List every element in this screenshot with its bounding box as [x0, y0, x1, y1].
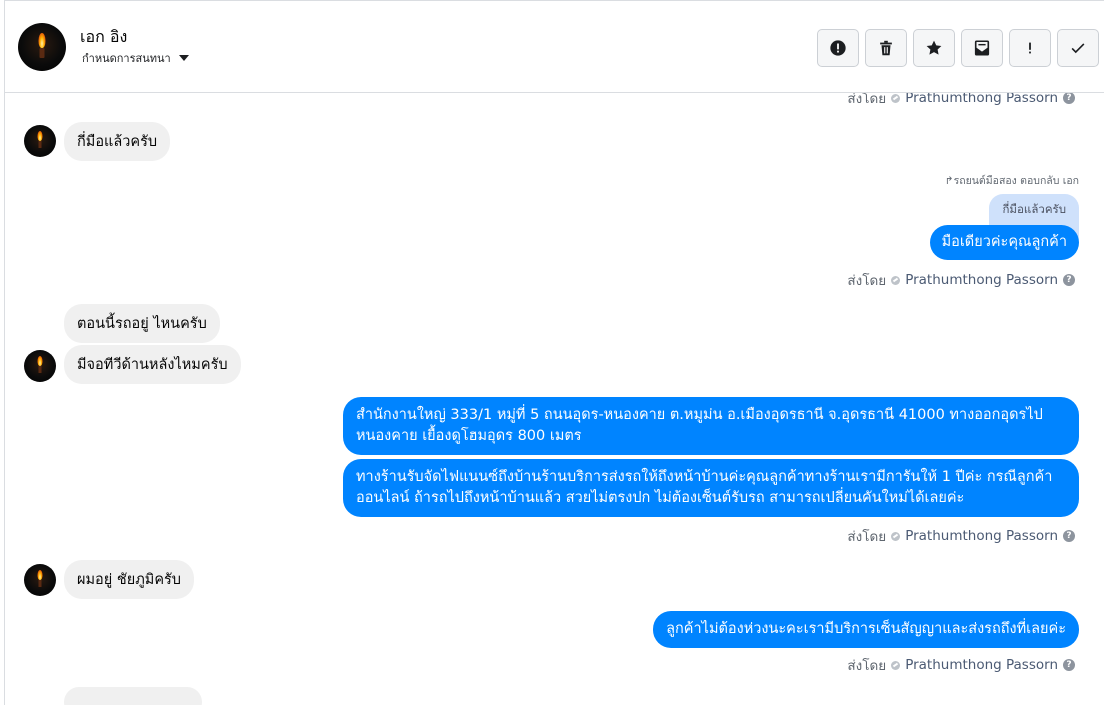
exclamation-icon: [1029, 42, 1031, 54]
star-button[interactable]: [913, 29, 955, 67]
incoming-message[interactable]: ตอนนี้รถอยู่ ไหนครับ: [64, 304, 220, 343]
mark-done-button[interactable]: [1057, 29, 1099, 67]
candle-flame-image: [38, 33, 46, 48]
help-icon[interactable]: ?: [1063, 530, 1075, 542]
conversation-panel: เอก อิง กำหนดการสนทนา ส่งโดย Prathumthon…: [4, 0, 1104, 705]
star-icon: [926, 40, 942, 55]
incoming-message[interactable]: ผมอยู่ ชัยภูมิครับ: [64, 560, 195, 599]
mark-unread-button[interactable]: [961, 29, 1003, 67]
trash-icon: [880, 40, 892, 56]
sent-by-row: ส่งโดย Prathumthong Passorn ?: [847, 654, 1075, 676]
message-thread: ส่งโดย Prathumthong Passorn ? กี่มือแล้ว…: [5, 90, 1104, 705]
verified-icon: [891, 93, 901, 103]
sent-by-label: ส่งโดย: [847, 273, 887, 289]
conversation-header: เอก อิง กำหนดการสนทนา: [5, 1, 1104, 93]
follow-up-button[interactable]: [1009, 29, 1051, 67]
verified-icon: [891, 275, 901, 285]
sent-by-row: ส่งโดย Prathumthong Passorn ?: [847, 269, 1075, 291]
contact-avatar[interactable]: [18, 23, 66, 71]
caret-down-icon: [178, 55, 189, 61]
outgoing-message[interactable]: ลูกค้าไม่ต้องห่วงนะคะเรามีบริการเซ็นสัญญ…: [653, 611, 1079, 648]
delete-button[interactable]: [865, 29, 907, 67]
sender-avatar[interactable]: [24, 564, 56, 596]
sender-avatar[interactable]: [24, 350, 56, 382]
envelope-icon: [974, 40, 990, 56]
sent-by-author[interactable]: Prathumthong Passorn: [905, 272, 1058, 288]
sent-by-label: ส่งโดย: [847, 529, 887, 545]
sent-by-row: ส่งโดย Prathumthong Passorn ?: [847, 525, 1075, 547]
verified-icon: [891, 531, 901, 541]
check-icon: [1071, 43, 1085, 54]
help-icon[interactable]: ?: [1063, 274, 1075, 286]
incoming-message[interactable]: มีจอทีวีด้านหลังไหมครับ: [64, 345, 241, 384]
sender-avatar[interactable]: [24, 125, 56, 157]
contact-name[interactable]: เอก อิง: [80, 25, 127, 50]
sent-by-author[interactable]: Prathumthong Passorn: [905, 528, 1058, 544]
reply-note: ↱รถยนต์มือสอง ตอบกลับ เอก: [944, 175, 1079, 187]
header-toolbar: [817, 29, 1099, 67]
report-spam-button[interactable]: [817, 29, 859, 67]
help-icon[interactable]: ?: [1063, 92, 1075, 104]
assign-conversation-label: กำหนดการสนทนา: [82, 52, 171, 65]
verified-icon: [891, 660, 901, 670]
incoming-message[interactable]: กี่มือแล้วครับ: [64, 122, 171, 161]
sent-by-label: ส่งโดย: [847, 658, 887, 674]
outgoing-message[interactable]: สำนักงานใหญ่ 333/1 หมู่ที่ 5 ถนนอุดร-หนอ…: [343, 397, 1079, 455]
sent-by-author[interactable]: Prathumthong Passorn: [905, 657, 1058, 673]
incoming-message-partial[interactable]: [64, 687, 202, 705]
assign-conversation-dropdown[interactable]: กำหนดการสนทนา: [82, 49, 189, 67]
outgoing-message[interactable]: ทางร้านรับจัดไฟแนนซ์ถึงบ้านร้านบริการส่ง…: [343, 459, 1079, 517]
alert-circle-icon: [830, 40, 846, 56]
help-icon[interactable]: ?: [1063, 659, 1075, 671]
outgoing-message[interactable]: มือเดียวค่ะคุณลูกค้า: [929, 225, 1079, 260]
